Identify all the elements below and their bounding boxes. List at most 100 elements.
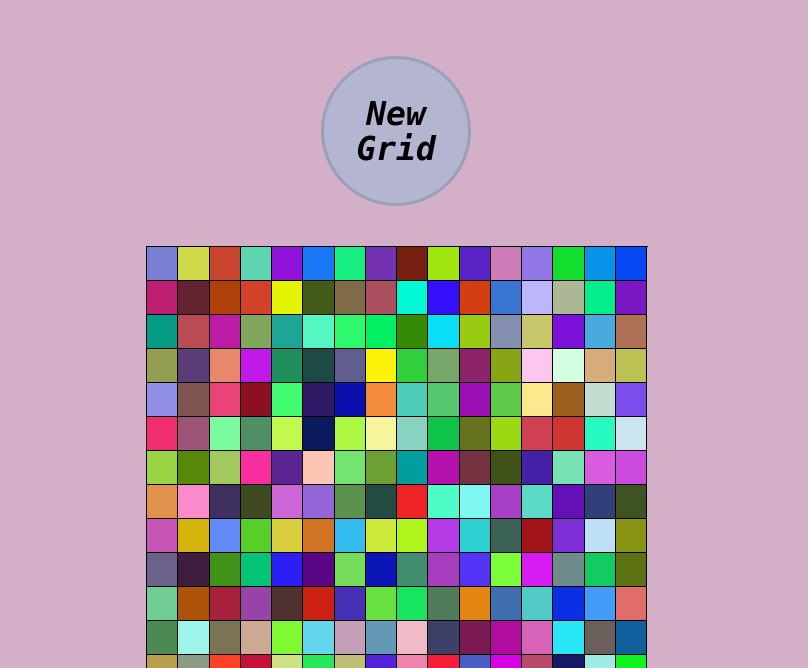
grid-cell[interactable] (334, 281, 366, 315)
grid-cell[interactable] (272, 315, 304, 349)
grid-cell[interactable] (272, 417, 304, 451)
grid-cell[interactable] (428, 553, 460, 587)
grid-cell[interactable] (147, 553, 179, 587)
grid-cell[interactable] (522, 247, 554, 281)
grid-cell[interactable] (522, 587, 554, 621)
grid-cell[interactable] (147, 485, 179, 519)
grid-cell[interactable] (459, 247, 491, 281)
grid-cell[interactable] (553, 383, 585, 417)
grid-cell[interactable] (615, 621, 647, 655)
grid-cell[interactable] (272, 621, 304, 655)
grid-cell[interactable] (428, 587, 460, 621)
grid-cell[interactable] (490, 655, 522, 668)
grid-cell[interactable] (428, 417, 460, 451)
grid-cell[interactable] (178, 315, 210, 349)
grid-cell[interactable] (397, 587, 429, 621)
grid-cell[interactable] (365, 247, 397, 281)
grid-cell[interactable] (272, 655, 304, 668)
grid-cell[interactable] (397, 621, 429, 655)
grid-cell[interactable] (490, 383, 522, 417)
grid-cell[interactable] (240, 451, 272, 485)
grid-cell[interactable] (334, 485, 366, 519)
grid-cell[interactable] (490, 587, 522, 621)
grid-cell[interactable] (615, 655, 647, 668)
grid-cell[interactable] (240, 349, 272, 383)
grid-cell[interactable] (615, 281, 647, 315)
grid-cell[interactable] (522, 315, 554, 349)
grid-cell[interactable] (240, 553, 272, 587)
grid-cell[interactable] (209, 519, 241, 553)
grid-cell[interactable] (303, 315, 335, 349)
grid-cell[interactable] (397, 485, 429, 519)
grid-cell[interactable] (397, 349, 429, 383)
grid-cell[interactable] (334, 553, 366, 587)
grid-cell[interactable] (240, 247, 272, 281)
grid-cell[interactable] (428, 349, 460, 383)
grid-cell[interactable] (584, 417, 616, 451)
grid-cell[interactable] (303, 349, 335, 383)
grid-cell[interactable] (365, 587, 397, 621)
grid-cell[interactable] (397, 553, 429, 587)
grid-cell[interactable] (522, 349, 554, 383)
grid-cell[interactable] (459, 281, 491, 315)
grid-cell[interactable] (272, 451, 304, 485)
grid-cell[interactable] (209, 315, 241, 349)
grid-cell[interactable] (490, 315, 522, 349)
grid-cell[interactable] (240, 485, 272, 519)
grid-cell[interactable] (490, 519, 522, 553)
grid-cell[interactable] (209, 247, 241, 281)
grid-cell[interactable] (397, 281, 429, 315)
grid-cell[interactable] (428, 315, 460, 349)
grid-cell[interactable] (240, 655, 272, 668)
grid-cell[interactable] (303, 451, 335, 485)
grid-cell[interactable] (365, 485, 397, 519)
grid-cell[interactable] (490, 485, 522, 519)
grid-cell[interactable] (428, 247, 460, 281)
grid-cell[interactable] (615, 315, 647, 349)
grid-cell[interactable] (553, 315, 585, 349)
grid-cell[interactable] (272, 349, 304, 383)
grid-cell[interactable] (553, 519, 585, 553)
grid-cell[interactable] (272, 553, 304, 587)
grid-cell[interactable] (584, 383, 616, 417)
grid-cell[interactable] (365, 553, 397, 587)
grid-cell[interactable] (147, 587, 179, 621)
grid-cell[interactable] (365, 315, 397, 349)
grid-cell[interactable] (365, 383, 397, 417)
grid-cell[interactable] (178, 519, 210, 553)
grid-cell[interactable] (584, 281, 616, 315)
grid-cell[interactable] (428, 281, 460, 315)
grid-cell[interactable] (147, 383, 179, 417)
grid-cell[interactable] (459, 349, 491, 383)
grid-cell[interactable] (397, 247, 429, 281)
grid-cell[interactable] (240, 519, 272, 553)
grid-cell[interactable] (584, 485, 616, 519)
grid-cell[interactable] (209, 655, 241, 668)
grid-cell[interactable] (490, 451, 522, 485)
grid-cell[interactable] (522, 417, 554, 451)
grid-cell[interactable] (303, 519, 335, 553)
grid-cell[interactable] (615, 451, 647, 485)
grid-cell[interactable] (365, 621, 397, 655)
grid-cell[interactable] (240, 383, 272, 417)
grid-cell[interactable] (303, 621, 335, 655)
grid-cell[interactable] (240, 281, 272, 315)
grid-cell[interactable] (365, 417, 397, 451)
grid-cell[interactable] (615, 349, 647, 383)
grid-cell[interactable] (240, 621, 272, 655)
grid-cell[interactable] (428, 655, 460, 668)
grid-cell[interactable] (303, 383, 335, 417)
grid-cell[interactable] (522, 621, 554, 655)
grid-cell[interactable] (178, 553, 210, 587)
grid-cell[interactable] (459, 485, 491, 519)
grid-cell[interactable] (334, 247, 366, 281)
grid-cell[interactable] (584, 519, 616, 553)
grid-cell[interactable] (490, 621, 522, 655)
grid-cell[interactable] (365, 519, 397, 553)
grid-cell[interactable] (240, 315, 272, 349)
grid-cell[interactable] (209, 349, 241, 383)
grid-cell[interactable] (490, 247, 522, 281)
grid-cell[interactable] (209, 281, 241, 315)
grid-cell[interactable] (397, 417, 429, 451)
grid-cell[interactable] (178, 247, 210, 281)
